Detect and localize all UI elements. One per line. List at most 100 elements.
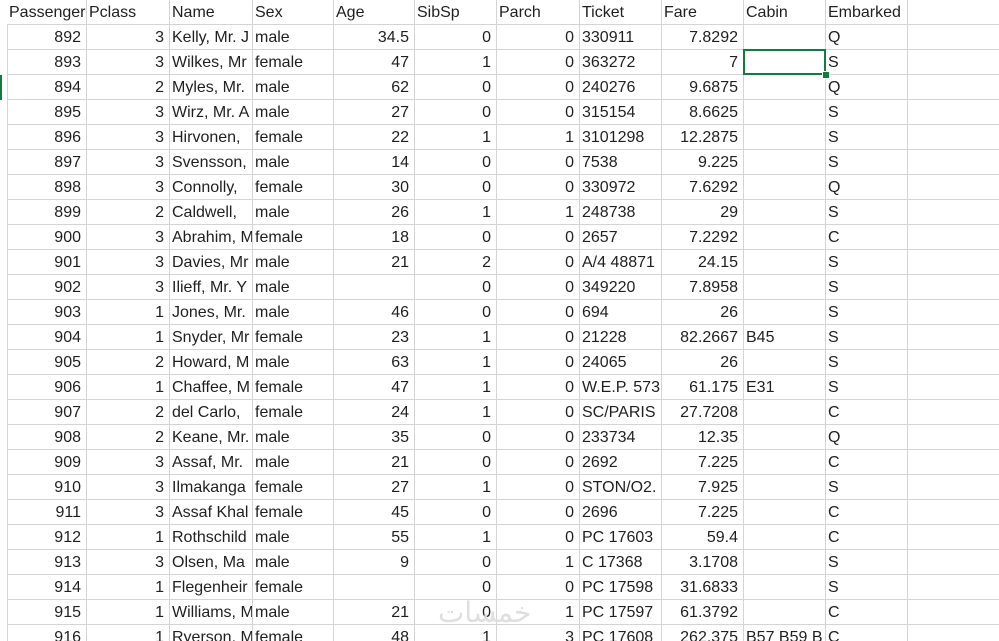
cell-passenger-id[interactable]: 902 [7, 275, 87, 300]
cell-embarked[interactable]: S [826, 275, 908, 300]
cell-ticket[interactable]: PC 17598 [580, 575, 662, 600]
cell-cabin[interactable] [744, 525, 826, 550]
empty-cell[interactable] [908, 50, 999, 75]
cell-pclass[interactable]: 3 [87, 275, 170, 300]
cell-passenger-id[interactable]: 909 [7, 450, 87, 475]
cell-ticket[interactable]: 2657 [580, 225, 662, 250]
spreadsheet-grid[interactable]: Passenger Pclass Name Sex Age SibSp Parch Ticke… [0, 0, 999, 641]
cell-pclass[interactable]: 3 [87, 100, 170, 125]
cell-embarked[interactable]: Q [826, 25, 908, 50]
cell-ticket[interactable]: 240276 [580, 75, 662, 100]
cell-ticket[interactable]: C 17368 [580, 550, 662, 575]
cell-fare[interactable]: 61.3792 [662, 600, 744, 625]
cell-sex[interactable]: male [253, 600, 334, 625]
cell-passenger-id[interactable]: 906 [7, 375, 87, 400]
cell-embarked[interactable]: C [826, 525, 908, 550]
cell-age[interactable]: 9 [334, 550, 415, 575]
cell-age[interactable]: 35 [334, 425, 415, 450]
cell-ticket[interactable]: PC 17603 [580, 525, 662, 550]
empty-cell[interactable] [908, 100, 999, 125]
empty-cell[interactable] [908, 550, 999, 575]
cell-age[interactable]: 47 [334, 50, 415, 75]
empty-cell[interactable] [908, 525, 999, 550]
cell-pclass[interactable]: 3 [87, 500, 170, 525]
cell-cabin[interactable] [744, 600, 826, 625]
cell-cabin[interactable] [744, 400, 826, 425]
cell-sibsp[interactable]: 0 [415, 300, 497, 325]
empty-cell[interactable] [908, 400, 999, 425]
cell-age[interactable]: 21 [334, 600, 415, 625]
cell-embarked[interactable]: S [826, 350, 908, 375]
fill-handle[interactable] [822, 71, 830, 79]
cell-fare[interactable]: 12.2875 [662, 125, 744, 150]
header-cell-sibsp[interactable]: SibSp [415, 0, 497, 25]
cell-parch[interactable]: 0 [497, 475, 580, 500]
cell-passenger-id[interactable]: 897 [7, 150, 87, 175]
cell-cabin[interactable] [744, 175, 826, 200]
cell-pclass[interactable]: 2 [87, 200, 170, 225]
empty-cell[interactable] [908, 125, 999, 150]
header-cell-cabin[interactable]: Cabin [744, 0, 826, 25]
cell-age[interactable]: 55 [334, 525, 415, 550]
cell-sex[interactable]: female [253, 125, 334, 150]
cell-name[interactable]: Chaffee, M [170, 375, 253, 400]
cell-sex[interactable]: female [253, 50, 334, 75]
cell-ticket[interactable]: 7538 [580, 150, 662, 175]
cell-embarked[interactable]: C [826, 500, 908, 525]
cell-fare[interactable]: 27.7208 [662, 400, 744, 425]
cell-embarked[interactable]: S [826, 50, 908, 75]
empty-cell[interactable] [908, 75, 999, 100]
empty-cell[interactable] [908, 200, 999, 225]
cell-cabin[interactable] [744, 425, 826, 450]
cell-sex[interactable]: female [253, 625, 334, 641]
cell-sibsp[interactable]: 0 [415, 225, 497, 250]
cell-passenger-id[interactable]: 908 [7, 425, 87, 450]
cell-parch[interactable]: 0 [497, 275, 580, 300]
cell-cabin[interactable]: E31 [744, 375, 826, 400]
cell-fare[interactable]: 3.1708 [662, 550, 744, 575]
cell-pclass[interactable]: 3 [87, 175, 170, 200]
cell-age[interactable]: 30 [334, 175, 415, 200]
cell-parch[interactable]: 0 [497, 100, 580, 125]
selected-cell-outline[interactable] [743, 49, 826, 75]
cell-name[interactable]: Assaf Khal [170, 500, 253, 525]
cell-cabin[interactable] [744, 300, 826, 325]
cell-sibsp[interactable]: 1 [415, 350, 497, 375]
cell-cabin[interactable] [744, 125, 826, 150]
cell-pclass[interactable]: 1 [87, 625, 170, 641]
cell-parch[interactable]: 0 [497, 250, 580, 275]
empty-cell[interactable] [908, 0, 999, 25]
cell-sibsp[interactable]: 1 [415, 475, 497, 500]
cell-sex[interactable]: male [253, 250, 334, 275]
cell-sibsp[interactable]: 1 [415, 325, 497, 350]
cell-parch[interactable]: 0 [497, 25, 580, 50]
empty-cell[interactable] [908, 300, 999, 325]
cell-pclass[interactable]: 3 [87, 250, 170, 275]
cell-ticket[interactable]: 363272 [580, 50, 662, 75]
empty-cell[interactable] [908, 450, 999, 475]
empty-cell[interactable] [908, 350, 999, 375]
cell-cabin[interactable] [744, 75, 826, 100]
cell-fare[interactable]: 7.925 [662, 475, 744, 500]
cell-cabin[interactable] [744, 275, 826, 300]
cell-sibsp[interactable]: 0 [415, 100, 497, 125]
cell-cabin[interactable] [744, 550, 826, 575]
cell-fare[interactable]: 9.225 [662, 150, 744, 175]
header-cell-name[interactable]: Name [170, 0, 253, 25]
cell-fare[interactable]: 7.8292 [662, 25, 744, 50]
cell-embarked[interactable]: Q [826, 425, 908, 450]
cell-parch[interactable]: 1 [497, 550, 580, 575]
cell-embarked[interactable]: S [826, 325, 908, 350]
cell-cabin[interactable]: B45 [744, 325, 826, 350]
cell-cabin[interactable] [744, 500, 826, 525]
cell-cabin[interactable] [744, 200, 826, 225]
cell-ticket[interactable]: PC 17608 [580, 625, 662, 641]
cell-sibsp[interactable]: 1 [415, 50, 497, 75]
cell-age[interactable]: 23 [334, 325, 415, 350]
cell-parch[interactable]: 0 [497, 225, 580, 250]
cell-passenger-id[interactable]: 907 [7, 400, 87, 425]
cell-name[interactable]: Wirz, Mr. A [170, 100, 253, 125]
cell-sex[interactable]: male [253, 550, 334, 575]
cell-embarked[interactable]: S [826, 475, 908, 500]
empty-cell[interactable] [908, 600, 999, 625]
